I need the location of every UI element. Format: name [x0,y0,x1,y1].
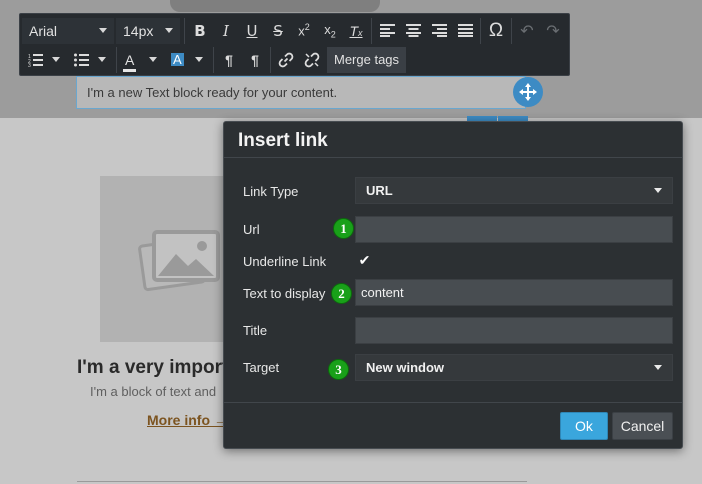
step-badge-2: 2 [331,283,352,304]
redo-icon[interactable]: ↷ [540,18,566,44]
font-size-value: 14px [123,22,154,39]
title-label: Title [243,323,268,338]
link-type-select[interactable]: URL [355,177,673,204]
italic-icon[interactable]: I [213,18,239,44]
unlink-icon[interactable] [299,47,325,73]
toolbar-separator [184,17,185,44]
dialog-title: Insert link [238,130,328,151]
text-block-content: I'm a new Text block ready for your cont… [87,85,338,100]
target-value: New window [366,360,444,375]
toolbar-row-2: 123 A A ¶ ¶ Merge tags [22,45,407,74]
ltr-icon[interactable]: ¶ [216,47,242,73]
font-size-select[interactable]: 14px [116,17,180,44]
dialog-footer-divider [224,402,682,403]
superscript-icon[interactable]: x2 [291,18,317,44]
chevron-down-icon [149,57,157,62]
chevron-down-icon [98,57,106,62]
underline-link-checkbox[interactable]: ✔ [357,252,372,268]
step-badge-3: 3 [328,359,349,380]
align-right-icon[interactable] [426,18,452,44]
font-family-select[interactable]: Arial [22,17,114,44]
toolbar-separator [116,46,117,73]
merge-tags-button[interactable]: Merge tags [327,46,407,73]
link-type-value: URL [366,183,393,198]
ordered-list-icon: 123 [28,53,43,67]
chevron-down-icon [165,28,173,33]
top-block-edge [170,0,380,12]
cancel-button[interactable]: Cancel [612,412,673,440]
move-icon[interactable] [513,77,543,107]
chevron-down-icon [52,57,60,62]
insert-link-dialog: Insert link Link Type URL Url 1 Underlin… [223,121,683,449]
rtl-icon[interactable]: ¶ [242,47,268,73]
title-input[interactable] [355,317,673,344]
unordered-list-select[interactable] [68,46,112,73]
clear-formatting-icon[interactable]: Tx [343,18,369,44]
toolbar-separator [511,17,512,44]
toolbar-separator [213,46,214,73]
chevron-down-icon [195,57,203,62]
target-label: Target [243,360,280,375]
bold-icon[interactable]: B [187,18,213,44]
bg-heading: I'm a very import [77,357,223,378]
link-type-label: Link Type [243,184,299,199]
background-color-select[interactable]: A [165,46,209,73]
background-color-icon: A [171,52,184,67]
step-badge-1: 1 [333,218,354,239]
bg-paragraph: I'm a block of text and [90,384,217,399]
font-color-icon: A [123,53,137,72]
chevron-down-icon [99,28,107,33]
target-select[interactable]: New window [355,354,673,381]
svg-text:3: 3 [28,63,31,67]
chevron-down-icon [654,188,662,193]
unordered-list-icon [74,53,89,66]
dialog-divider [224,157,682,158]
ordered-list-select[interactable]: 123 [22,46,66,73]
strikethrough-icon[interactable]: S [265,18,291,44]
text-to-display-label: Text to display [243,286,326,301]
text-toolbar: Arial 14px B I U S x2 x2 Tx Ω ↶ ↷ 1 2 3 … [19,13,570,76]
divider [77,481,527,482]
toolbar-row-1: Arial 14px B I U S x2 x2 Tx Ω ↶ ↷ [22,16,566,45]
align-justify-icon[interactable] [452,18,478,44]
link-icon[interactable] [273,47,299,73]
font-family-value: Arial [29,22,58,39]
chevron-down-icon [654,365,662,370]
toolbar-separator [371,17,372,44]
url-label: Url [243,222,260,237]
undo-icon[interactable]: ↶ [514,18,540,44]
special-character-icon[interactable]: Ω [483,18,509,44]
underline-icon[interactable]: U [239,18,265,44]
ok-button[interactable]: Ok [560,412,608,440]
subscript-icon[interactable]: x2 [317,18,343,44]
align-left-icon[interactable] [374,18,400,44]
toolbar-separator [480,17,481,44]
url-input[interactable] [355,216,673,243]
font-color-select[interactable]: A [119,46,163,73]
text-block[interactable]: I'm a new Text block ready for your cont… [76,76,526,109]
align-center-icon[interactable] [400,18,426,44]
toolbar-separator [270,46,271,73]
text-to-display-input[interactable] [355,279,673,306]
more-info-link[interactable]: More info → [147,412,228,428]
underline-link-label: Underline Link [243,254,327,269]
image-icon [138,230,220,292]
